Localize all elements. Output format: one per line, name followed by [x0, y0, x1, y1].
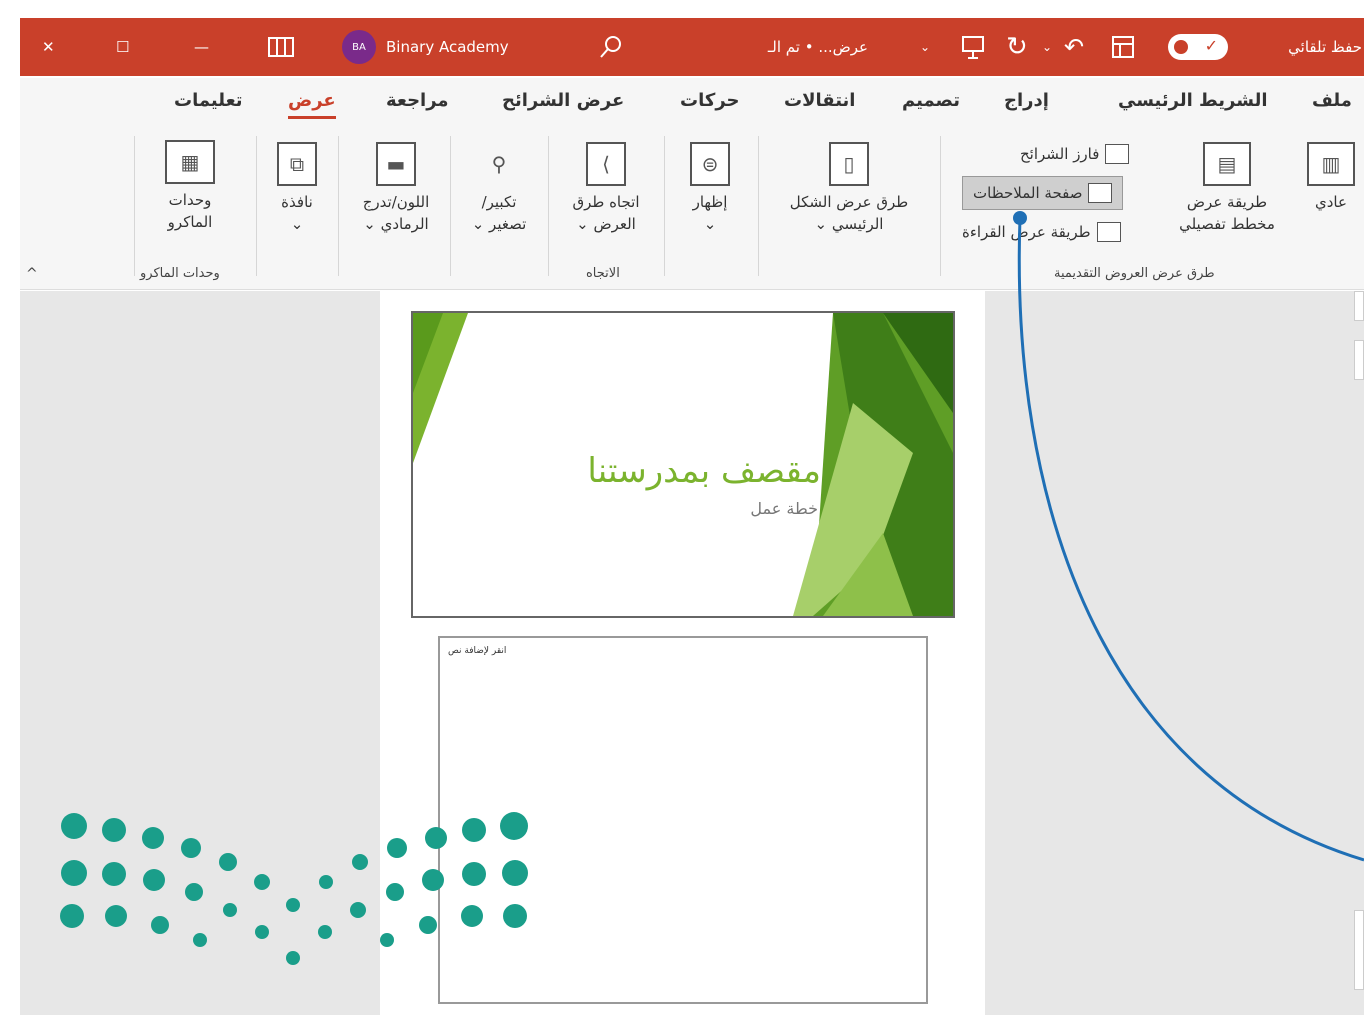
ministry-logo — [60, 812, 528, 965]
